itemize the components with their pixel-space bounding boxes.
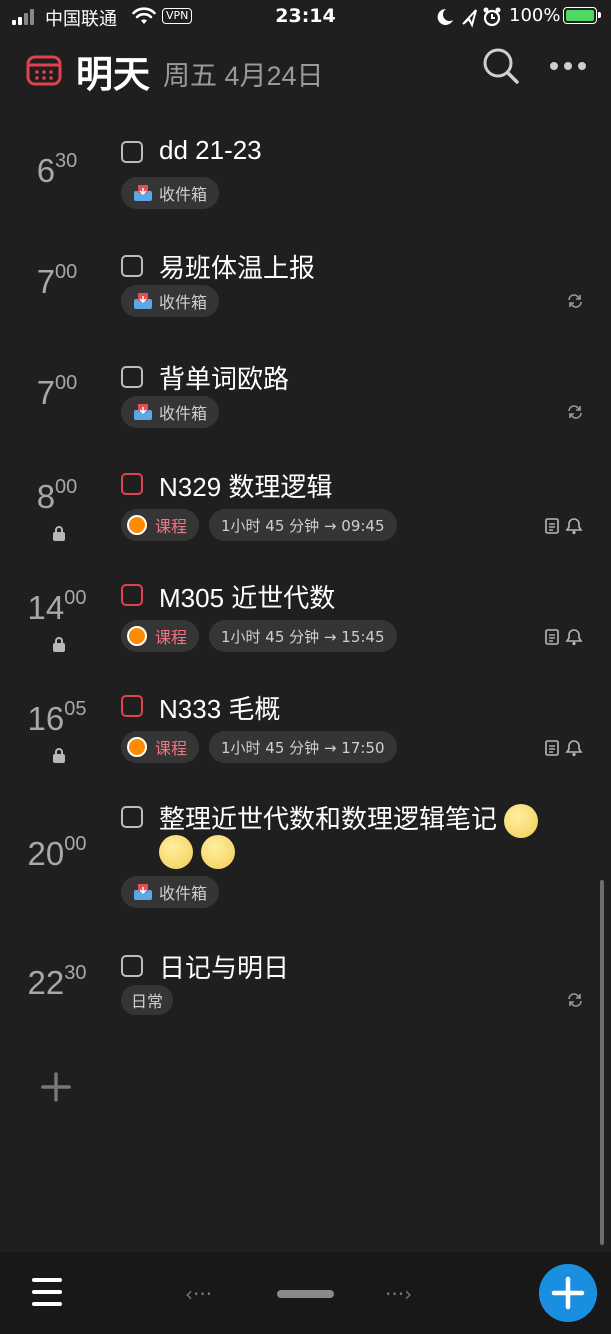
page-date: 周五 4月24日 — [163, 61, 324, 91]
add-task-plus-icon[interactable] — [40, 1071, 72, 1103]
bell-icon — [565, 740, 583, 757]
emoji-row — [159, 835, 236, 869]
task-title[interactable]: 背单词欧路 — [159, 359, 289, 396]
duration-chip[interactable]: 1小时 45 分钟 → 17:50 — [209, 731, 397, 763]
task-item[interactable]: 1400 M305 近世代数 课程 1小时 45 分钟 → 15:45 — [0, 573, 611, 663]
tag-label: 收件箱 — [159, 185, 208, 204]
task-time: 2000 — [27, 833, 87, 872]
tag-label: 收件箱 — [159, 293, 208, 312]
status-bar: 中国联通 VPN 23:14 100% — [0, 0, 611, 34]
inbox-tag[interactable]: 收件箱 — [121, 396, 220, 428]
note-bell-icons — [545, 518, 583, 535]
task-time: 1605 — [27, 698, 87, 737]
repeat-icon — [568, 405, 582, 419]
course-tag[interactable]: 课程 — [121, 620, 200, 652]
task-checkbox[interactable] — [121, 473, 143, 495]
tag-label: 课程 — [155, 517, 188, 536]
repeat-icon — [568, 294, 582, 308]
inbox-tag[interactable]: 收件箱 — [121, 876, 220, 908]
page-title[interactable]: 明天 — [76, 44, 150, 98]
more-icon[interactable] — [549, 61, 587, 71]
course-tag[interactable]: 课程 — [121, 509, 200, 541]
task-title[interactable]: 整理近世代数和数理逻辑笔记 — [159, 799, 539, 839]
task-time: 1400 — [27, 587, 87, 626]
course-dot-icon — [127, 515, 147, 535]
hamburger-icon[interactable] — [32, 1278, 62, 1306]
task-item[interactable]: 800 N329 数理逻辑 课程 1小时 45 分钟 → 09:45 — [0, 462, 611, 552]
prev-day-button[interactable]: ‹··· — [185, 1282, 212, 1306]
task-checkbox[interactable] — [121, 255, 143, 277]
next-day-button[interactable]: ···› — [385, 1282, 412, 1306]
task-item[interactable]: 700 易班体温上报 收件箱 — [0, 241, 611, 331]
task-item[interactable]: 630 dd 21-23 收件箱 — [0, 130, 611, 220]
tag-label: 收件箱 — [159, 884, 208, 903]
task-title[interactable]: dd 21-23 — [159, 135, 262, 166]
note-icon — [545, 740, 559, 756]
inbox-tag[interactable]: 收件箱 — [121, 285, 220, 317]
calendar-icon[interactable] — [26, 52, 62, 86]
duration-chip[interactable]: 1小时 45 分钟 → 09:45 — [209, 509, 397, 541]
full-moon-face-emoji-icon — [159, 835, 193, 869]
task-title[interactable]: N333 毛概 — [159, 689, 280, 726]
note-bell-icons — [545, 629, 583, 646]
daily-tag[interactable]: 日常 — [121, 985, 174, 1015]
task-checkbox[interactable] — [121, 584, 143, 606]
inbox-tray-icon — [134, 404, 152, 420]
lock-icon — [53, 748, 65, 763]
tag-label: 收件箱 — [159, 404, 208, 423]
task-title-text: 整理近世代数和数理逻辑笔记 — [159, 804, 498, 834]
lock-icon — [53, 637, 65, 652]
task-title[interactable]: M305 近世代数 — [159, 578, 335, 615]
task-checkbox[interactable] — [121, 366, 143, 388]
task-item[interactable]: 1605 N333 毛概 课程 1小时 45 分钟 → 17:50 — [0, 684, 611, 774]
task-time: 700 — [36, 261, 78, 300]
add-button[interactable] — [539, 1264, 597, 1322]
task-checkbox[interactable] — [121, 141, 143, 163]
course-dot-icon — [127, 626, 147, 646]
full-moon-face-emoji-icon — [201, 835, 236, 869]
inbox-tray-icon — [134, 185, 152, 201]
task-item[interactable]: 2000 整理近世代数和数理逻辑笔记 收件箱 — [0, 795, 611, 925]
search-icon[interactable] — [482, 47, 520, 85]
task-checkbox[interactable] — [121, 955, 143, 977]
scrollbar[interactable] — [600, 880, 604, 1245]
task-title[interactable]: 日记与明日 — [159, 948, 289, 985]
inbox-tray-icon — [134, 884, 152, 900]
task-time: 800 — [36, 476, 78, 515]
course-tag[interactable]: 课程 — [121, 731, 200, 763]
note-icon — [545, 629, 559, 645]
status-indicators-icon — [437, 7, 501, 28]
tag-label: 课程 — [155, 739, 188, 758]
repeat-icon — [568, 993, 582, 1007]
task-time: 700 — [36, 372, 78, 411]
battery-icon — [563, 7, 601, 24]
task-title[interactable]: 易班体温上报 — [159, 248, 315, 285]
task-time: 630 — [36, 150, 78, 189]
bell-icon — [565, 518, 583, 535]
course-dot-icon — [127, 737, 147, 757]
tag-label: 课程 — [155, 628, 188, 647]
note-bell-icons — [545, 740, 583, 757]
task-checkbox[interactable] — [121, 695, 143, 717]
page-header: 明天 周五 4月24日 — [0, 38, 611, 108]
task-time: 2230 — [27, 962, 87, 1001]
bottom-bar: ‹··· ···› — [0, 1252, 611, 1334]
bell-icon — [565, 629, 583, 646]
inbox-tag[interactable]: 收件箱 — [121, 177, 220, 209]
day-swipe-handle[interactable] — [277, 1290, 334, 1298]
lock-icon — [53, 526, 65, 541]
duration-chip[interactable]: 1小时 45 分钟 → 15:45 — [209, 620, 397, 652]
task-item[interactable]: 700 背单词欧路 收件箱 — [0, 352, 611, 442]
task-item[interactable]: 2230 日记与明日 日常 — [0, 942, 611, 1032]
task-title[interactable]: N329 数理逻辑 — [159, 467, 332, 504]
task-checkbox[interactable] — [121, 806, 143, 828]
full-moon-face-emoji-icon — [504, 804, 539, 839]
battery-percent: 100% — [509, 5, 561, 26]
inbox-tray-icon — [134, 293, 152, 309]
note-icon — [545, 518, 559, 534]
